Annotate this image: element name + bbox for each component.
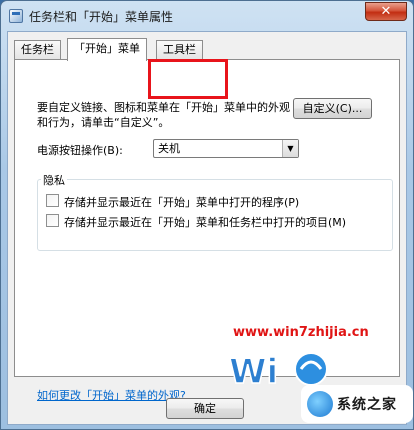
tab-toolbars[interactable]: 工具栏 — [156, 40, 203, 60]
globe-icon — [307, 391, 333, 417]
privacy-group-title: 隐私 — [41, 172, 67, 188]
power-button-label: 电源按钮操作(B): — [37, 144, 123, 157]
chevron-down-icon[interactable]: ▼ — [282, 140, 298, 157]
store-recent-programs-checkbox[interactable] — [46, 194, 59, 207]
site-watermark-name: 系统之家 — [337, 397, 397, 413]
toolbar-tab-highlight — [148, 59, 228, 99]
close-button[interactable]: ✕ — [365, 2, 407, 21]
svg-text:Wi: Wi — [229, 352, 278, 392]
properties-window: 任务栏和「开始」菜单属性 ✕ 任务栏 「开始」菜单 工具栏 要自定义链接、图标和… — [0, 0, 414, 430]
taskbar-properties-icon — [9, 9, 23, 23]
power-action-select[interactable]: 关机 ▼ — [153, 139, 299, 158]
tab-strip: 任务栏 「开始」菜单 工具栏 — [14, 38, 404, 61]
tab-start-menu[interactable]: 「开始」菜单 — [67, 38, 147, 61]
close-icon: ✕ — [380, 4, 392, 19]
store-recent-programs-label[interactable]: 存储并显示最近在「开始」菜单中打开的程序(P) — [64, 194, 299, 210]
ok-button[interactable]: 确定 — [166, 398, 244, 419]
power-action-value: 关机 — [158, 142, 180, 155]
tab-taskbar[interactable]: 任务栏 — [14, 40, 61, 60]
store-recent-items-checkbox[interactable] — [46, 214, 59, 227]
help-link[interactable]: 如何更改「开始」菜单的外观? — [37, 387, 186, 403]
customize-button[interactable]: 自定义(C)... — [293, 98, 372, 119]
title-bar[interactable]: 任务栏和「开始」菜单属性 ✕ — [1, 1, 413, 31]
customize-description: 要自定义链接、图标和菜单在「开始」菜单中的外观和行为，请单击“自定义”。 — [37, 101, 290, 129]
window-title: 任务栏和「开始」菜单属性 — [29, 10, 174, 24]
site-watermark-badge: 系统之家 — [301, 385, 413, 423]
store-recent-items-label[interactable]: 存储并显示最近在「开始」菜单和任务栏中打开的项目(M) — [64, 214, 346, 230]
watermark-url: www.win7zhijia.cn — [233, 325, 369, 340]
